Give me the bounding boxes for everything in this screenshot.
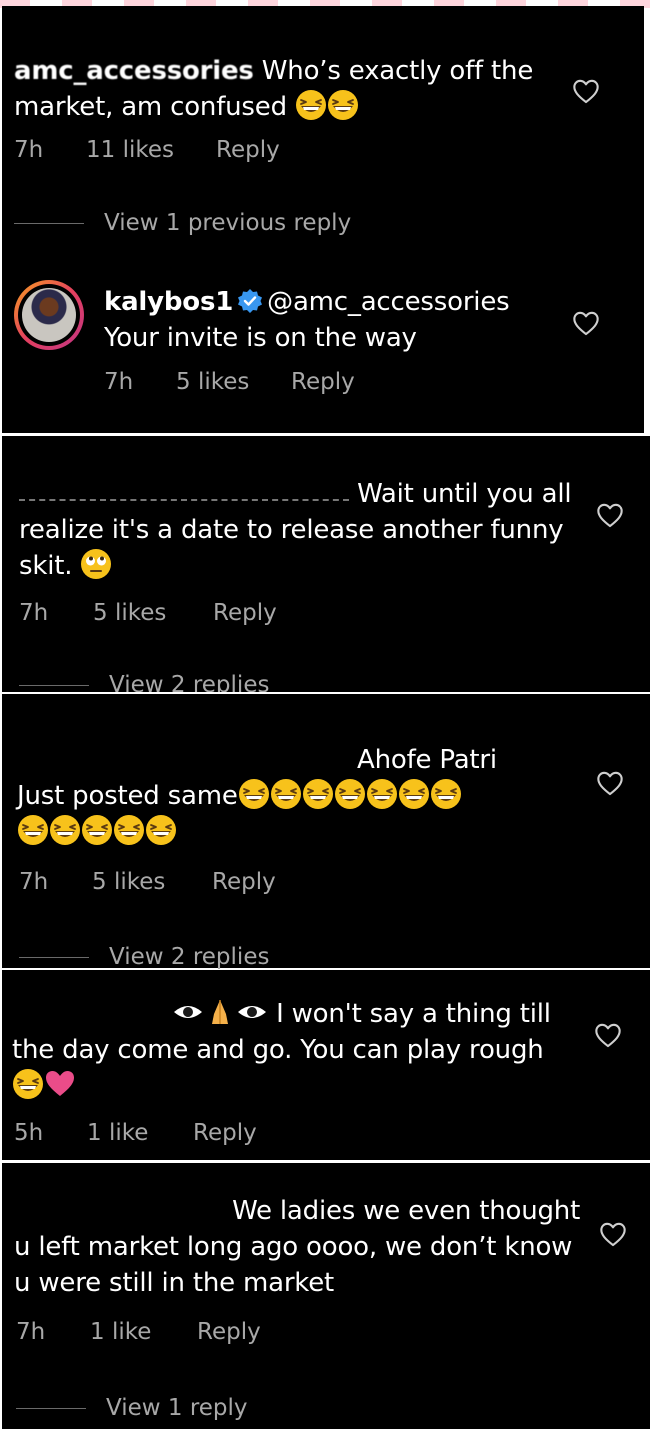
pink-heart-emoji-icon [44, 1068, 76, 1100]
folded-hands-emoji-icon [204, 996, 236, 1028]
reply-text: kalybos1 @amc_accessories Your invite is … [104, 284, 554, 356]
like-heart-icon[interactable] [596, 770, 624, 796]
like-heart-icon[interactable] [572, 78, 600, 104]
comment-text: Wait until you all realize it's a date t… [19, 476, 579, 584]
comment-card-1: amc_accessories Who’s exactly off the ma… [2, 6, 644, 433]
reply-username[interactable]: kalybos1 [104, 287, 233, 317]
comment-likes[interactable]: 5 likes [92, 869, 165, 895]
comment-time: 7h [19, 869, 49, 895]
laughing-emoji-icon [81, 814, 113, 846]
comment-time: 7h [14, 137, 44, 163]
reply-likes[interactable]: 5 likes [176, 369, 249, 395]
like-heart-icon[interactable] [572, 310, 600, 336]
view-replies-label[interactable]: View 1 reply [106, 1395, 248, 1421]
comment-time: 7h [16, 1319, 46, 1345]
laughing-emoji-icon [49, 814, 81, 846]
comment-body-line2: Just posted same [17, 781, 238, 811]
reply-button[interactable]: Reply [193, 1120, 257, 1146]
reply-body: Your invite is on the way [104, 323, 417, 353]
mention-link[interactable]: @amc_accessories [267, 287, 510, 317]
laughing-emoji-icon [12, 1068, 44, 1100]
comment-time: 7h [19, 600, 49, 626]
comment-body-line1: Ahofe Patri [357, 745, 497, 775]
comment-text: amc_accessories Who’s exactly off the ma… [14, 53, 554, 125]
comment-likes[interactable]: 5 likes [93, 600, 166, 626]
comment-username[interactable]: amc_accessories [14, 56, 254, 86]
comment-likes[interactable]: 11 likes [86, 137, 174, 163]
laughing-emoji-icon [113, 814, 145, 846]
like-heart-icon[interactable] [596, 502, 624, 528]
comment-card-4: I won't say a thing till the day come an… [2, 970, 650, 1160]
eye-emoji-icon [172, 996, 204, 1028]
view-replies-link[interactable]: View 2 replies [19, 944, 269, 970]
laughing-emoji-icon [334, 778, 366, 810]
comment-card-5: We ladies we even thought u left market … [2, 1163, 650, 1429]
view-replies-link[interactable]: View 1 reply [16, 1395, 248, 1421]
reply-button[interactable]: Reply [212, 869, 276, 895]
comment-time: 5h [14, 1120, 44, 1146]
reply-time: 7h [104, 369, 134, 395]
rolling-eyes-emoji-icon [80, 548, 112, 580]
comment-card-2: Wait until you all realize it's a date t… [2, 436, 650, 692]
laughing-emoji-icon [398, 778, 430, 810]
verified-badge-icon [237, 288, 263, 314]
view-replies-label[interactable]: View 2 replies [109, 672, 269, 692]
profile-picture [22, 288, 76, 342]
comment-likes[interactable]: 1 like [87, 1120, 148, 1146]
reply-button[interactable]: Reply [197, 1319, 261, 1345]
comment-text: Ahofe Patri Just posted same [17, 742, 577, 850]
comment-body: I won't say a thing till the day come an… [12, 999, 551, 1065]
comment-card-3: Ahofe Patri Just posted same 7h 5 likes … [2, 694, 650, 970]
reply-button[interactable]: Reply [213, 600, 277, 626]
divider-line [19, 957, 89, 958]
comment-text: I won't say a thing till the day come an… [12, 996, 572, 1104]
laughing-emoji-icon [327, 89, 359, 121]
avatar[interactable] [14, 280, 84, 350]
view-replies-link[interactable]: View 2 replies [19, 672, 269, 692]
laughing-emoji-icon [270, 778, 302, 810]
laughing-emoji-icon [302, 778, 334, 810]
laughing-emoji-icon [430, 778, 462, 810]
comment-username-redacted[interactable] [19, 489, 349, 501]
laughing-emoji-icon [145, 814, 177, 846]
divider-line [16, 1408, 86, 1409]
laughing-emoji-icon [238, 778, 270, 810]
like-heart-icon[interactable] [599, 1221, 627, 1247]
comment-text: We ladies we even thought u left market … [14, 1193, 584, 1301]
comment-body: We ladies we even thought u left market … [14, 1196, 581, 1298]
divider-line [14, 223, 84, 224]
laughing-emoji-icon [17, 814, 49, 846]
like-heart-icon[interactable] [594, 1022, 622, 1048]
reply-button[interactable]: Reply [216, 137, 280, 163]
view-replies-link[interactable]: View 1 previous reply [14, 210, 351, 236]
view-replies-label[interactable]: View 1 previous reply [104, 210, 351, 236]
view-replies-label[interactable]: View 2 replies [109, 944, 269, 970]
reply-button[interactable]: Reply [291, 369, 355, 395]
laughing-emoji-icon [366, 778, 398, 810]
comment-likes[interactable]: 1 like [90, 1319, 151, 1345]
laughing-emoji-icon [295, 89, 327, 121]
divider-line [19, 685, 89, 686]
eye-emoji-icon [236, 996, 268, 1028]
